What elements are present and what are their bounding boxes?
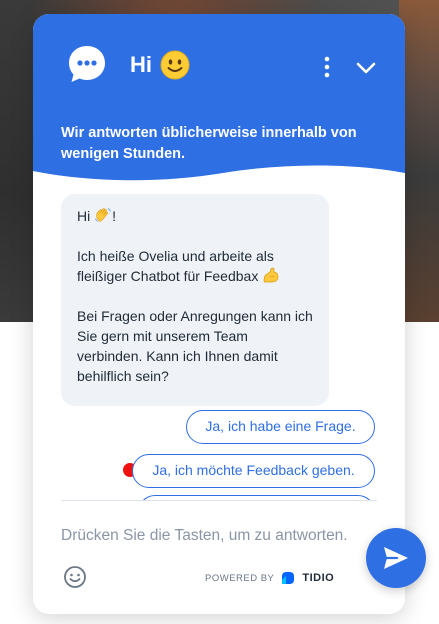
- message-offer: Bei Fragen oder Anregungen kann ich Sie …: [77, 308, 313, 384]
- bot-message-bubble: Hi ! Ich heiße Ovelia und arbeite als fl…: [61, 194, 329, 406]
- chat-widget: Hi Wir antworten üblicherweise innerhalb…: [33, 14, 405, 614]
- background-strip: [399, 0, 439, 322]
- chevron-down-icon[interactable]: [355, 58, 377, 78]
- smiling-face-icon: [160, 50, 190, 80]
- header-wave: [33, 165, 405, 183]
- flexed-biceps-icon: [263, 267, 279, 283]
- greeting-text: Hi: [130, 52, 152, 77]
- chat-footer: POWERED BY TIDIO: [33, 501, 405, 614]
- message-greeting-exclaim: !: [112, 208, 117, 224]
- chat-header: Hi Wir antworten üblicherweise innerhalb…: [33, 14, 405, 183]
- chat-bubble-icon: [69, 46, 105, 82]
- send-button[interactable]: [366, 528, 426, 588]
- option-give-feedback-button[interactable]: Ja, ich möchte Feedback geben.: [132, 454, 375, 488]
- tidio-logo-icon: [282, 572, 295, 584]
- message-greeting-text: Hi: [77, 208, 91, 224]
- message-intro: Ich heiße Ovelia und arbeite als fleißig…: [77, 246, 313, 286]
- header-greeting: Hi: [130, 50, 190, 80]
- option-ask-question-button[interactable]: Ja, ich habe eine Frage.: [186, 410, 375, 444]
- waving-hand-icon: [95, 208, 112, 222]
- powered-by[interactable]: POWERED BY TIDIO: [205, 570, 334, 586]
- message-input[interactable]: [61, 523, 379, 549]
- kebab-menu-icon[interactable]: [319, 55, 335, 79]
- send-icon: [384, 547, 408, 569]
- message-intro-text: Ich heiße Ovelia und arbeite als fleißig…: [77, 248, 274, 284]
- emoji-picker-icon[interactable]: [63, 565, 87, 589]
- message-line-greeting: Hi !: [77, 206, 313, 226]
- tidio-brand: TIDIO: [302, 572, 335, 584]
- powered-by-label: POWERED BY: [205, 572, 275, 584]
